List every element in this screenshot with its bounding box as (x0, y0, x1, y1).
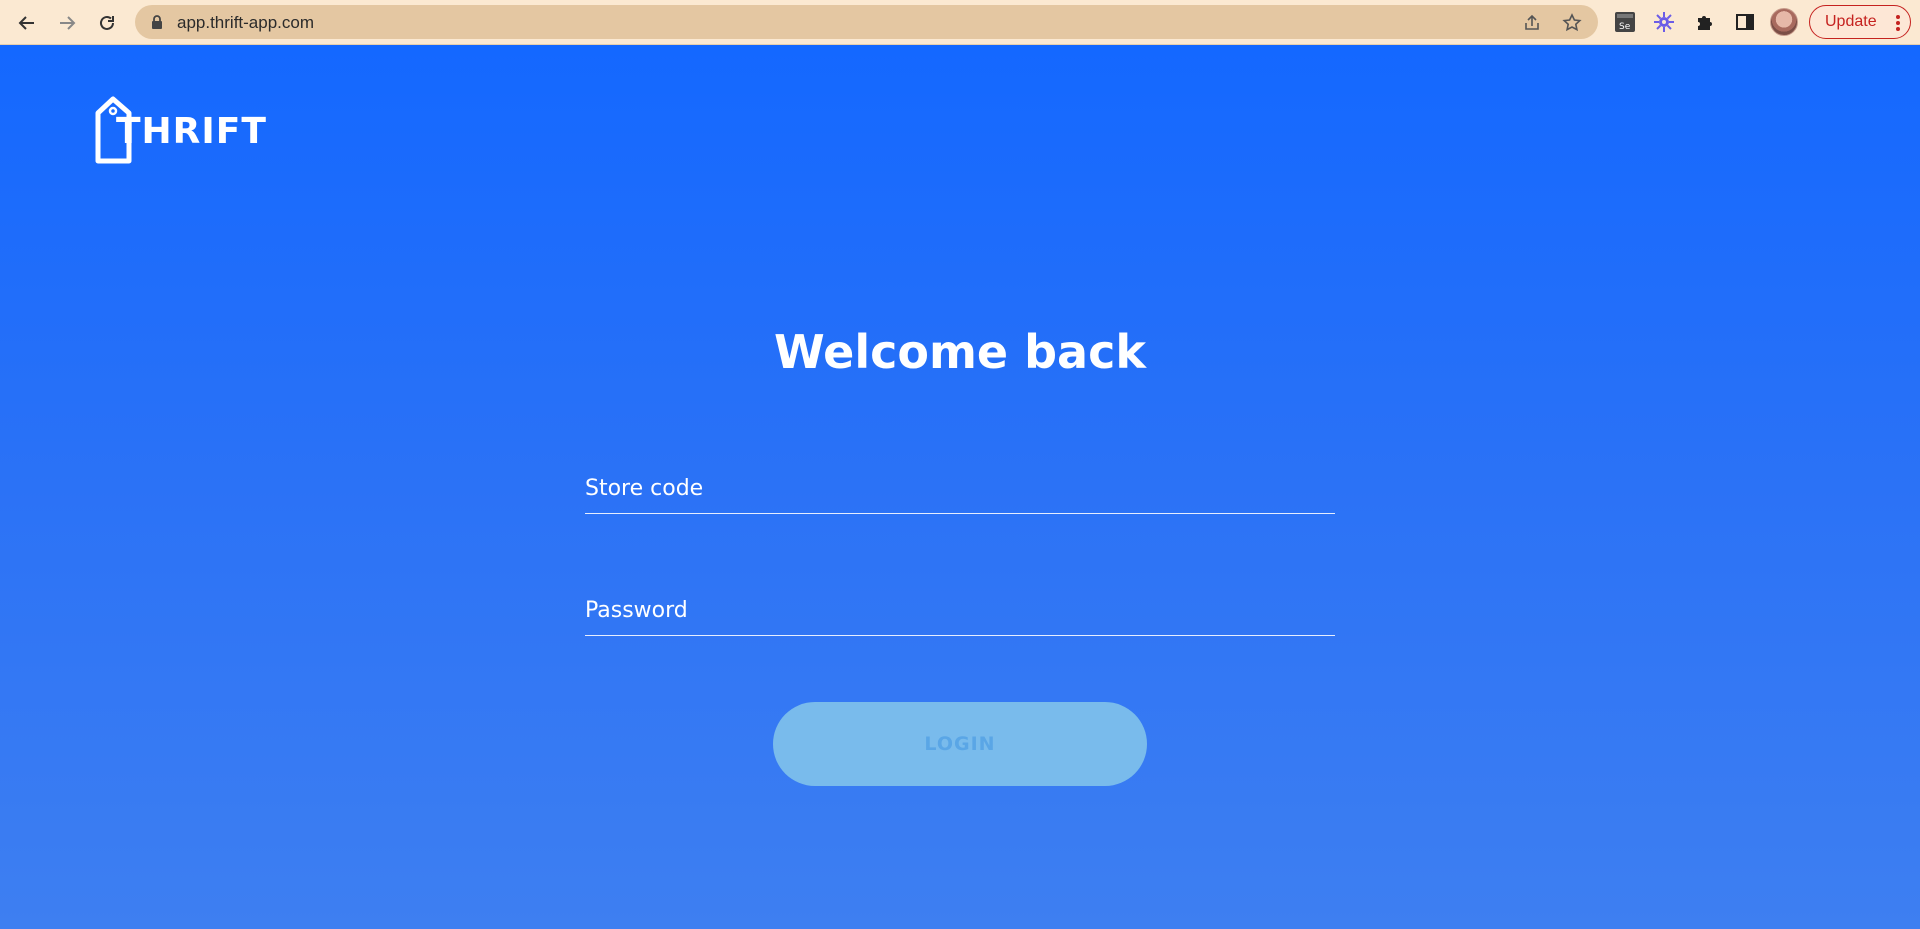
password-field (585, 585, 1335, 636)
logo-text: THRIFT (116, 111, 267, 152)
forward-button[interactable] (52, 8, 82, 38)
store-code-field (585, 463, 1335, 514)
back-arrow-icon (18, 16, 34, 30)
back-button[interactable] (12, 8, 42, 38)
update-label: Update (1825, 13, 1877, 30)
reload-icon (100, 15, 114, 30)
login-page: THRIFT Welcome back LOGIN (0, 45, 1920, 929)
more-menu-icon (1896, 15, 1900, 31)
puzzle-icon[interactable] (1692, 9, 1718, 35)
selenium-icon[interactable]: Se (1612, 9, 1638, 35)
page-title: Welcome back (774, 325, 1146, 379)
lock-icon (152, 15, 162, 29)
reload-button[interactable] (92, 8, 122, 38)
profile-avatar[interactable] (1770, 8, 1798, 36)
bookmark-star-icon[interactable] (1562, 13, 1582, 33)
svg-text:Se: Se (1619, 22, 1631, 32)
store-code-input[interactable] (585, 463, 1335, 513)
share-icon[interactable] (1522, 13, 1542, 33)
sidepanel-icon[interactable] (1732, 9, 1758, 35)
address-bar[interactable]: app.thrift-app.com (135, 5, 1598, 39)
forward-arrow-icon (60, 16, 76, 30)
browser-toolbar: app.thrift-app.com Se Update (0, 0, 1920, 45)
update-button[interactable]: Update (1809, 5, 1911, 39)
password-input[interactable] (585, 585, 1335, 635)
gear-flower-icon[interactable] (1651, 9, 1677, 35)
url-text: app.thrift-app.com (177, 13, 315, 32)
login-button[interactable]: LOGIN (773, 702, 1147, 786)
